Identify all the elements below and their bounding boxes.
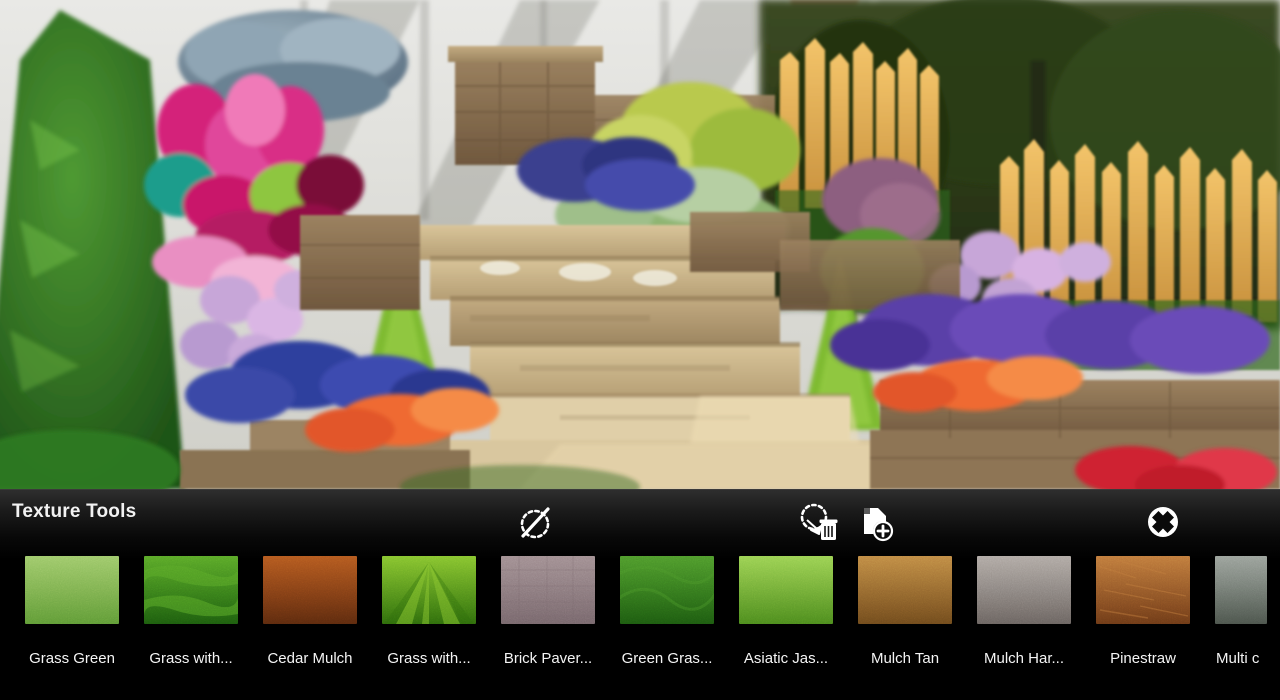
texture-label: Brick Paver... <box>503 650 593 667</box>
texture-label: Multi c <box>1216 650 1260 667</box>
texture-label: Pinestraw <box>1110 650 1176 667</box>
texture-item[interactable]: Grass with... <box>144 556 238 686</box>
texture-thumbnail[interactable] <box>144 556 238 624</box>
deselect-button[interactable] <box>510 498 560 548</box>
texture-thumbnail-strip[interactable]: Grass Green Grass with... Cedar Mulch Gr… <box>0 556 1280 700</box>
garden-photo <box>0 0 1280 489</box>
texture-label: Green Gras... <box>621 650 713 667</box>
texture-item[interactable]: Mulch Tan <box>858 556 952 686</box>
texture-item[interactable]: Grass with... <box>382 556 476 686</box>
texture-item[interactable]: Grass Green <box>25 556 119 686</box>
photo-canvas[interactable] <box>0 0 1280 489</box>
texture-thumbnail[interactable] <box>263 556 357 624</box>
texture-label: Asiatic Jas... <box>743 650 829 667</box>
texture-item[interactable]: Multi c <box>1215 556 1280 686</box>
add-texture-button[interactable] <box>849 498 899 548</box>
texture-item[interactable]: Brick Paver... <box>501 556 595 686</box>
texture-label: Grass Green <box>29 650 115 667</box>
texture-thumbnail[interactable] <box>382 556 476 624</box>
close-panel-button[interactable] <box>1137 496 1189 548</box>
texture-item[interactable]: Asiatic Jas... <box>739 556 833 686</box>
page-title: Texture Tools <box>12 501 137 522</box>
texture-item[interactable]: Cedar Mulch <box>263 556 357 686</box>
texture-item[interactable]: Pinestraw <box>1096 556 1190 686</box>
app-root: Texture Tools Grass Green Grass with... … <box>0 0 1280 700</box>
texture-label: Mulch Har... <box>983 650 1065 667</box>
delete-selection-icon <box>800 503 838 540</box>
toolbar-header: Texture Tools <box>0 490 1280 556</box>
texture-label: Grass with... <box>149 650 233 667</box>
texture-thumbnail[interactable] <box>1215 556 1267 624</box>
texture-thumbnail[interactable] <box>977 556 1071 624</box>
texture-label: Grass with... <box>387 650 471 667</box>
texture-thumbnail[interactable] <box>25 556 119 624</box>
texture-thumbnail[interactable] <box>620 556 714 624</box>
texture-thumbnail[interactable] <box>501 556 595 624</box>
texture-tools-panel: Texture Tools Grass Green Grass with... … <box>0 489 1280 700</box>
delete-selection-button[interactable] <box>793 498 843 548</box>
add-texture-icon <box>864 508 894 542</box>
texture-label: Cedar Mulch <box>267 650 353 667</box>
texture-label: Mulch Tan <box>870 650 940 667</box>
texture-thumbnail[interactable] <box>858 556 952 624</box>
deselect-selection-icon <box>520 507 550 539</box>
close-icon <box>1148 507 1178 537</box>
texture-thumbnail[interactable] <box>1096 556 1190 624</box>
texture-item[interactable]: Green Gras... <box>620 556 714 686</box>
texture-item[interactable]: Mulch Har... <box>977 556 1071 686</box>
texture-thumbnail[interactable] <box>739 556 833 624</box>
